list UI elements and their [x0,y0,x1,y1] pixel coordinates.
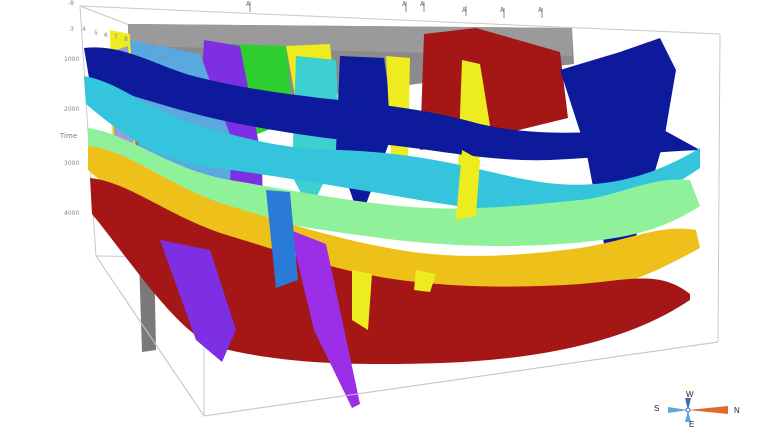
compass-rose[interactable]: S N W E [648,390,744,429]
compass-south-label: S [654,404,660,413]
top-tick: 6 [104,32,108,39]
well-label[interactable]: A [402,0,406,8]
well-label[interactable]: A [420,0,424,8]
top-tick: 4 [82,26,86,33]
time-tick-1000: 1000 [64,56,80,63]
compass-west-label: W [686,390,694,399]
time-axis-label: Time [60,132,78,140]
top-tick: 7 [114,34,118,41]
compass-north-label: N [734,406,740,415]
compass-east-label: E [689,420,695,429]
compass-icon [668,398,728,422]
time-tick-2000: 2000 [64,106,80,113]
section-tick: 10 [146,44,154,51]
top-tick: -8 [68,0,74,7]
well-label[interactable]: A [500,6,504,14]
well-label[interactable]: A [538,6,542,14]
time-tick-4000: 4000 [64,210,80,217]
top-tick: 3 [70,26,74,33]
well-label[interactable]: A [462,6,466,14]
scene-canvas[interactable] [0,0,768,432]
well-label[interactable]: A [246,0,250,8]
3d-viewport[interactable]: Time 1000 2000 3000 4000 -8 3 4 5 6 7 8 … [0,0,768,432]
section-tick: 11 [158,54,166,61]
top-tick: 8 [124,36,128,43]
top-tick: 5 [94,30,98,37]
time-tick-3000: 3000 [64,160,80,167]
